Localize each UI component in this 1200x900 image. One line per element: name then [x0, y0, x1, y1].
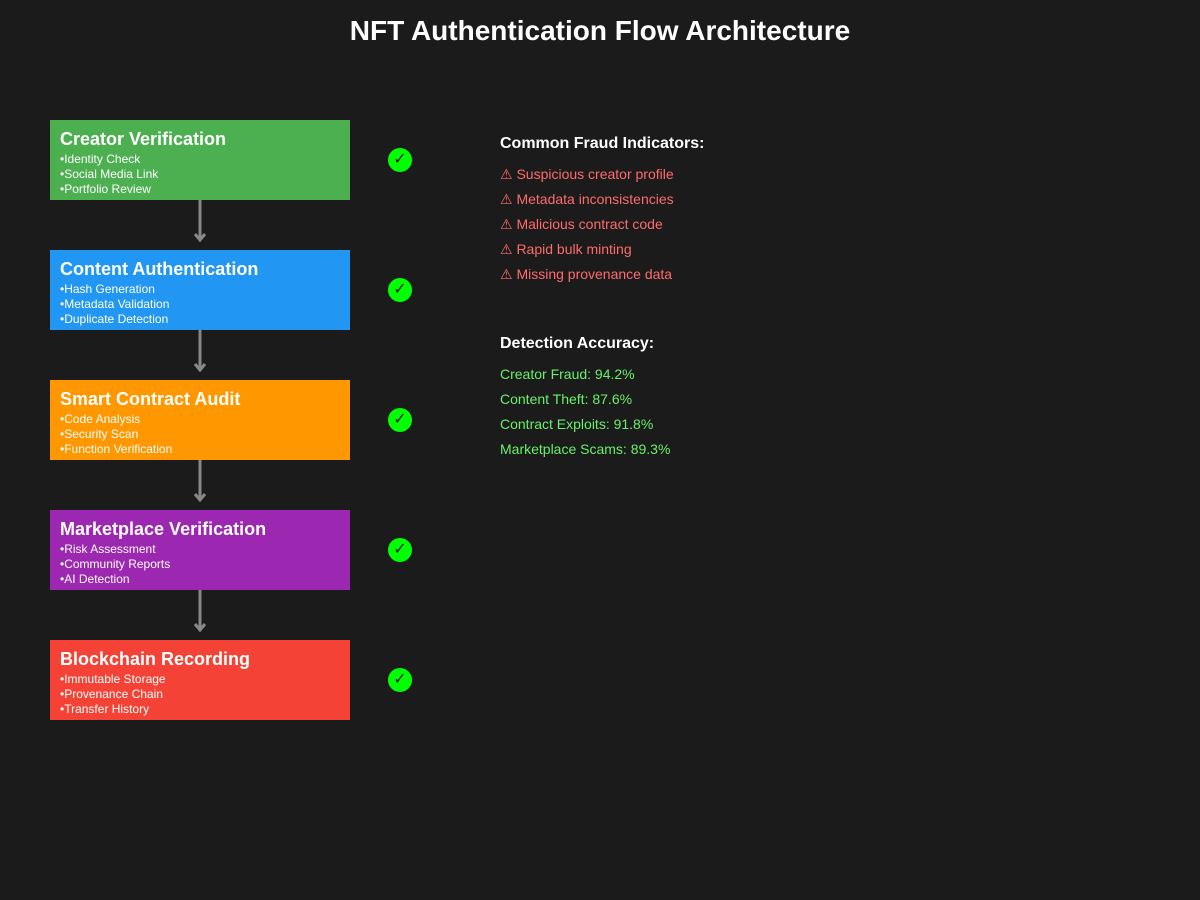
step-item-list: Hash GenerationMetadata ValidationDuplic… — [60, 282, 340, 327]
step-item: Risk Assessment — [60, 542, 340, 557]
step-item: Transfer History — [60, 702, 340, 717]
step-item: Community Reports — [60, 557, 340, 572]
step-title: Creator Verification — [60, 129, 227, 149]
accuracy-item: Marketplace Scams: 89.3% — [500, 441, 671, 457]
step-item: Security Scan — [60, 427, 340, 442]
step-item: Duplicate Detection — [60, 312, 340, 327]
step-box-smart-contract-audit: Smart Contract Audit Code AnalysisSecurit… — [50, 380, 350, 460]
step-item-list: Identity CheckSocial Media LinkPortfolio… — [60, 152, 340, 197]
fraud-indicator-item: ⚠ Metadata inconsistencies — [500, 191, 674, 207]
step-item: Immutable Storage — [60, 672, 340, 687]
step-box-creator-verification: Creator Verification Identity CheckSocial… — [50, 120, 350, 200]
fraud-indicator-item: ⚠ Missing provenance data — [500, 266, 673, 282]
step-item-list: Immutable StorageProvenance ChainTransfe… — [60, 672, 340, 717]
step-box-content-authentication: Content Authentication Hash GenerationMet… — [50, 250, 350, 330]
detection-accuracy-heading: Detection Accuracy: — [500, 335, 655, 352]
fraud-indicators-panel: Common Fraud Indicators: ⚠ Suspicious cr… — [500, 134, 900, 287]
diagram-title: NFT Authentication Flow Architecture — [349, 15, 851, 46]
flow-arrow-down-icon — [193, 460, 207, 503]
step-title: Marketplace Verification — [60, 519, 267, 539]
step-title: Content Authentication — [60, 259, 259, 279]
detection-accuracy-panel: Detection Accuracy: Creator Fraud: 94.2%… — [500, 334, 900, 462]
flow-arrow-down-icon — [193, 330, 207, 373]
accuracy-item: Content Theft: 87.6% — [500, 391, 633, 407]
fraud-indicators-heading: Common Fraud Indicators: — [500, 135, 705, 152]
step-item: Function Verification — [60, 442, 340, 457]
diagram-canvas: NFT Authentication Flow Architecture Cre… — [0, 0, 1200, 900]
check-circle-icon: ✓ — [388, 538, 412, 562]
step-item: Social Media Link — [60, 167, 340, 182]
step-item: Portfolio Review — [60, 182, 340, 197]
fraud-indicator-item: ⚠ Malicious contract code — [500, 216, 663, 232]
accuracy-item: Contract Exploits: 91.8% — [500, 416, 654, 432]
fraud-indicator-item: ⚠ Rapid bulk minting — [500, 241, 632, 257]
fraud-indicator-item: ⚠ Suspicious creator profile — [500, 166, 674, 182]
step-item: AI Detection — [60, 572, 340, 587]
step-box-blockchain-recording: Blockchain Recording Immutable StoragePro… — [50, 640, 350, 720]
flow-arrow-down-icon — [193, 590, 207, 633]
step-title: Blockchain Recording — [60, 649, 251, 669]
step-item: Provenance Chain — [60, 687, 340, 702]
check-circle-icon: ✓ — [388, 148, 412, 172]
step-item: Hash Generation — [60, 282, 340, 297]
check-circle-icon: ✓ — [388, 408, 412, 432]
step-item-list: Risk AssessmentCommunity ReportsAI Detec… — [60, 542, 340, 587]
step-box-marketplace-verification: Marketplace Verification Risk AssessmentC… — [50, 510, 350, 590]
check-circle-icon: ✓ — [388, 668, 412, 692]
step-item-list: Code AnalysisSecurity ScanFunction Verif… — [60, 412, 340, 457]
accuracy-item: Creator Fraud: 94.2% — [500, 366, 635, 382]
step-title: Smart Contract Audit — [60, 389, 241, 409]
check-circle-icon: ✓ — [388, 278, 412, 302]
flow-arrow-down-icon — [193, 200, 207, 243]
step-item: Code Analysis — [60, 412, 340, 427]
step-item: Identity Check — [60, 152, 340, 167]
step-item: Metadata Validation — [60, 297, 340, 312]
